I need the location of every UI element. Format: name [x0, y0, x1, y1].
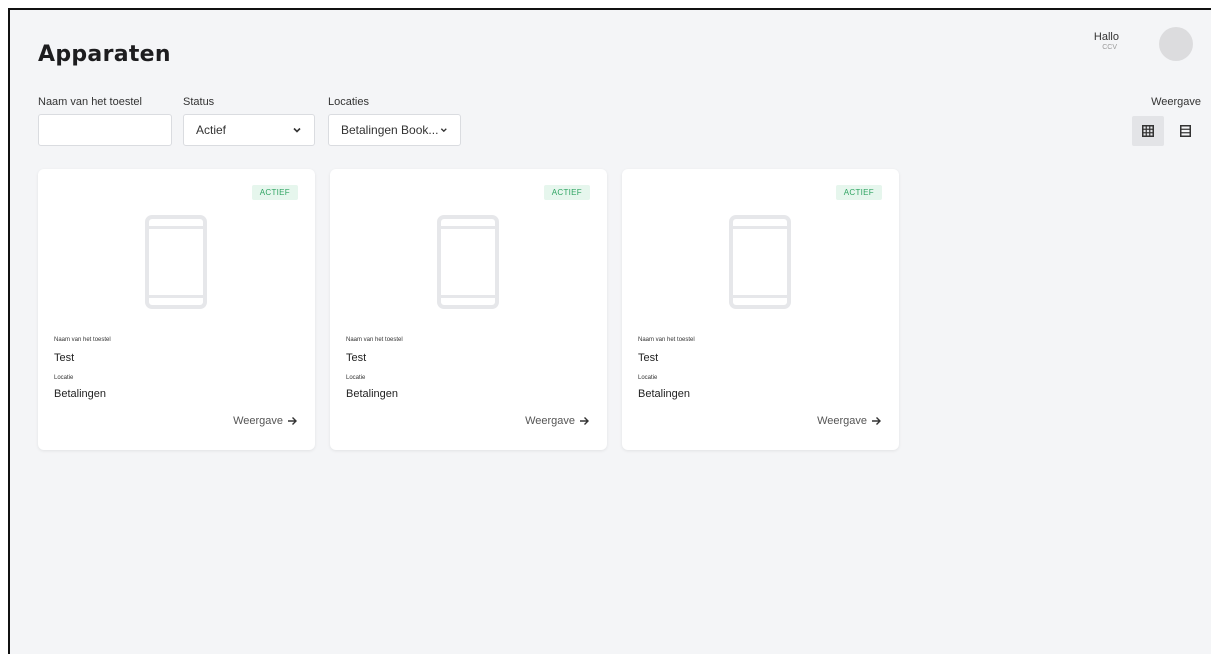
view-link-label: Weergave: [233, 415, 283, 427]
status-badge: ACTIEF: [835, 185, 882, 200]
device-location: Betalingen: [54, 388, 106, 400]
device-name: Test: [346, 352, 367, 364]
view-device-link[interactable]: Weergave: [817, 415, 882, 427]
list-view-button[interactable]: [1169, 116, 1201, 146]
location-select[interactable]: Betalingen Book...: [328, 114, 461, 146]
device-name-label: Naam van het toestel: [54, 337, 111, 343]
device-location: Betalingen: [638, 388, 690, 400]
arrow-right-icon: [872, 417, 881, 425]
list-view-icon: [1179, 125, 1191, 137]
grid-view-button[interactable]: [1132, 116, 1164, 146]
avatar[interactable]: [1159, 27, 1193, 61]
tablet-device-icon: [729, 215, 791, 309]
location-label: Locatie: [54, 375, 74, 381]
location-filter-label: Locaties: [328, 96, 369, 108]
arrow-right-icon: [288, 417, 297, 425]
view-toggle-label: Weergave: [1151, 96, 1201, 108]
location-select-value: Betalingen Book...: [341, 123, 439, 137]
chevron-down-icon: [293, 127, 301, 133]
chevron-down-icon: [441, 128, 448, 133]
name-filter-label: Naam van het toestel: [38, 96, 142, 108]
name-filter-input[interactable]: [39, 115, 171, 145]
name-filter-field[interactable]: [38, 114, 172, 146]
grid-view-icon: [1142, 125, 1154, 137]
device-location: Betalingen: [346, 388, 398, 400]
device-card[interactable]: ACTIEF Naam van het toestel Test Locatie…: [38, 169, 315, 450]
location-label: Locatie: [638, 375, 658, 381]
user-greeting: Hallo CCV: [1094, 31, 1119, 51]
greeting-text: Hallo: [1093, 31, 1119, 43]
status-select[interactable]: Actief: [183, 114, 315, 146]
device-name-label: Naam van het toestel: [346, 337, 403, 343]
device-card[interactable]: ACTIEF Naam van het toestel Test Locatie…: [622, 169, 899, 450]
view-link-label: Weergave: [817, 415, 867, 427]
view-device-link[interactable]: Weergave: [525, 415, 590, 427]
device-name-label: Naam van het toestel: [638, 337, 695, 343]
tablet-device-icon: [145, 215, 207, 309]
arrow-right-icon: [580, 417, 589, 425]
status-badge: ACTIEF: [251, 185, 298, 200]
tablet-device-icon: [437, 215, 499, 309]
page-title: Apparaten: [38, 42, 171, 67]
status-select-value: Actief: [196, 123, 227, 137]
status-badge: ACTIEF: [543, 185, 590, 200]
location-label: Locatie: [346, 375, 366, 381]
device-card[interactable]: ACTIEF Naam van het toestel Test Locatie…: [330, 169, 607, 450]
app-frame: Apparaten Hallo CCV Naam van het toestel…: [8, 8, 1211, 654]
device-name: Test: [54, 352, 75, 364]
view-device-link[interactable]: Weergave: [233, 415, 298, 427]
status-filter-label: Status: [183, 96, 215, 108]
device-name: Test: [638, 352, 659, 364]
view-link-label: Weergave: [525, 415, 575, 427]
user-name: CCV: [1102, 44, 1117, 51]
